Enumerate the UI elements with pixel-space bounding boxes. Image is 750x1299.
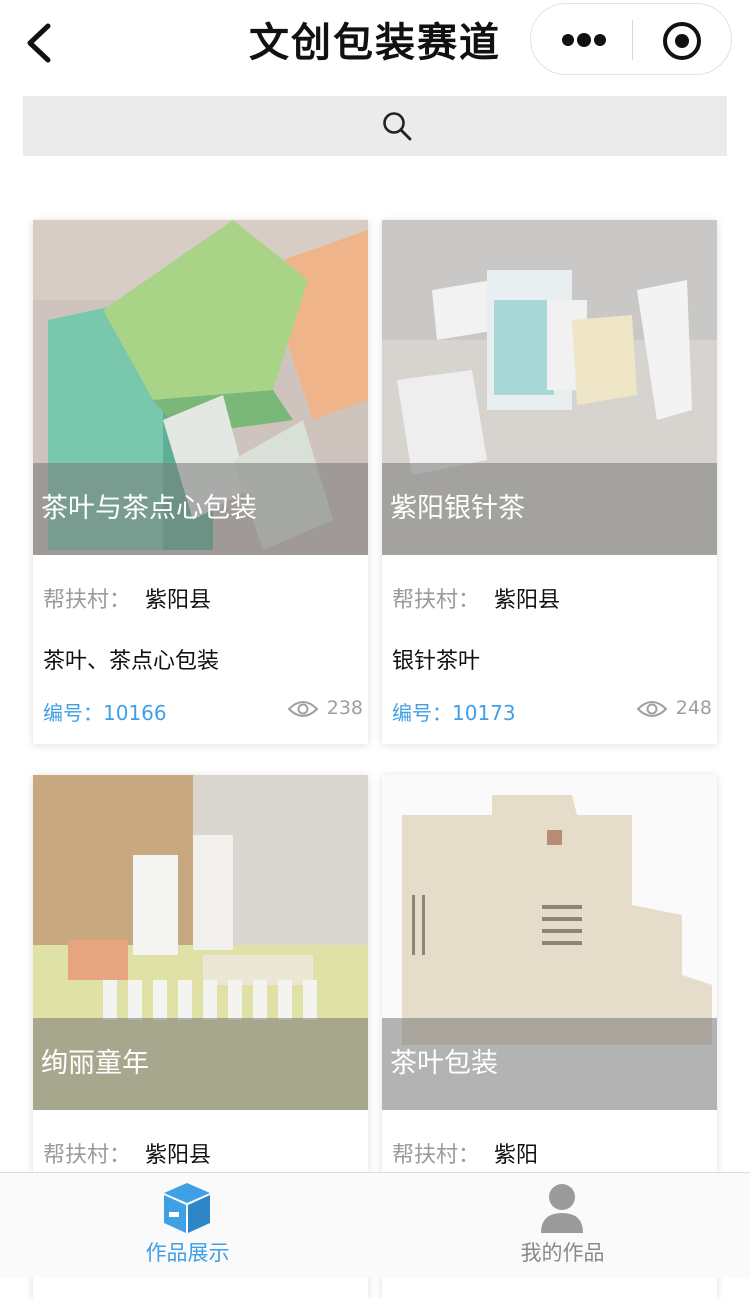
card-id: 10173 <box>452 701 516 725</box>
village-label: 帮扶村： <box>43 1143 132 1168</box>
card-title: 绚丽童年 <box>41 1048 149 1079</box>
search-bar[interactable] <box>23 96 727 156</box>
package-box-icon <box>164 1183 210 1233</box>
close-miniprogram-icon[interactable] <box>661 20 703 62</box>
more-icon[interactable] <box>561 30 607 50</box>
product-photo: 茶叶与茶点心包装 <box>33 220 368 555</box>
card-title: 紫阳银针茶 <box>390 493 525 524</box>
mini-program-capsule <box>530 3 732 75</box>
work-card[interactable]: 茶叶与茶点心包装 帮扶村： 紫阳县 茶叶、茶点心包装 编号：10166 238 <box>33 220 368 744</box>
id-prefix: 编号： <box>43 701 103 725</box>
tab-label: 作品展示 <box>145 1241 230 1265</box>
village-label: 帮扶村： <box>392 588 481 613</box>
view-count: 238 <box>287 697 363 719</box>
nav-bar: 文创包装赛道 <box>0 0 750 82</box>
eye-icon <box>287 700 319 717</box>
product-photo: 绚丽童年 <box>33 775 368 1110</box>
village-row: 帮扶村： 紫阳县 <box>392 582 560 614</box>
user-icon <box>541 1184 583 1233</box>
tab-label: 我的作品 <box>520 1241 605 1265</box>
card-id: 10166 <box>103 701 167 725</box>
search-input[interactable] <box>423 110 707 144</box>
village-value: 紫阳县 <box>145 1143 212 1168</box>
card-meta: 编号：10166 238 <box>43 697 363 727</box>
village-value: 紫阳县 <box>145 588 212 613</box>
village-label: 帮扶村： <box>392 1143 481 1168</box>
card-title: 茶叶包装 <box>390 1048 498 1079</box>
search-icon <box>383 112 412 141</box>
tab-bar: 作品展示 我的作品 <box>0 1172 750 1277</box>
eye-icon <box>636 700 668 717</box>
card-meta: 编号：10173 248 <box>392 697 712 727</box>
views-value: 238 <box>326 697 363 719</box>
card-title: 茶叶与茶点心包装 <box>41 493 257 524</box>
card-description: 茶叶、茶点心包装 <box>43 649 220 674</box>
village-value: 紫阳 <box>494 1143 539 1168</box>
village-row: 帮扶村： 紫阳 <box>392 1137 538 1169</box>
product-photo: 紫阳银针茶 <box>382 220 717 555</box>
capsule-divider <box>632 20 633 60</box>
view-count: 248 <box>636 697 712 719</box>
product-photo: 茶叶包装 <box>382 775 717 1110</box>
id-prefix: 编号： <box>392 701 452 725</box>
views-value: 248 <box>675 697 712 719</box>
card-description: 银针茶叶 <box>392 649 481 674</box>
village-row: 帮扶村： 紫阳县 <box>43 1137 211 1169</box>
work-card[interactable]: 紫阳银针茶 帮扶村： 紫阳县 银针茶叶 编号：10173 248 <box>382 220 717 744</box>
village-row: 帮扶村： 紫阳县 <box>43 582 211 614</box>
village-value: 紫阳县 <box>494 588 561 613</box>
tab-my-works[interactable]: 我的作品 <box>375 1173 750 1278</box>
tab-works-display[interactable]: 作品展示 <box>0 1173 375 1278</box>
village-label: 帮扶村： <box>43 588 132 613</box>
